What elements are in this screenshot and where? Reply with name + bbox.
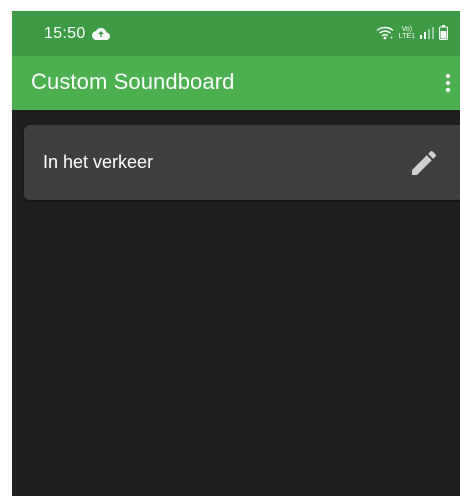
list-item[interactable]: In het verkeer	[24, 125, 460, 200]
lte-label: LTE1	[398, 32, 415, 40]
volte-label: Vo)	[401, 25, 413, 33]
app-title: Custom Soundboard	[31, 69, 235, 94]
wifi-icon: +	[376, 26, 393, 40]
status-icons: + Vo) LTE1	[376, 25, 448, 40]
signal-icon	[420, 26, 434, 39]
svg-text:+: +	[389, 35, 393, 40]
status-bar: 15:50 + Vo) LTE1	[12, 11, 460, 56]
battery-icon	[439, 25, 448, 40]
cloud-upload-icon	[92, 28, 110, 40]
list-item-label: In het verkeer	[43, 152, 154, 172]
app-bar: Custom Soundboard	[12, 56, 460, 110]
status-time: 15:50	[44, 25, 86, 42]
app-screen: 15:50 + Vo) LTE1 Custom Soundboard In he…	[12, 11, 460, 496]
more-vert-icon[interactable]	[440, 68, 456, 98]
network-label: Vo) LTE1	[399, 26, 415, 40]
soundboard-list: In het verkeer	[12, 110, 460, 496]
edit-pencil-icon[interactable]	[408, 147, 440, 179]
